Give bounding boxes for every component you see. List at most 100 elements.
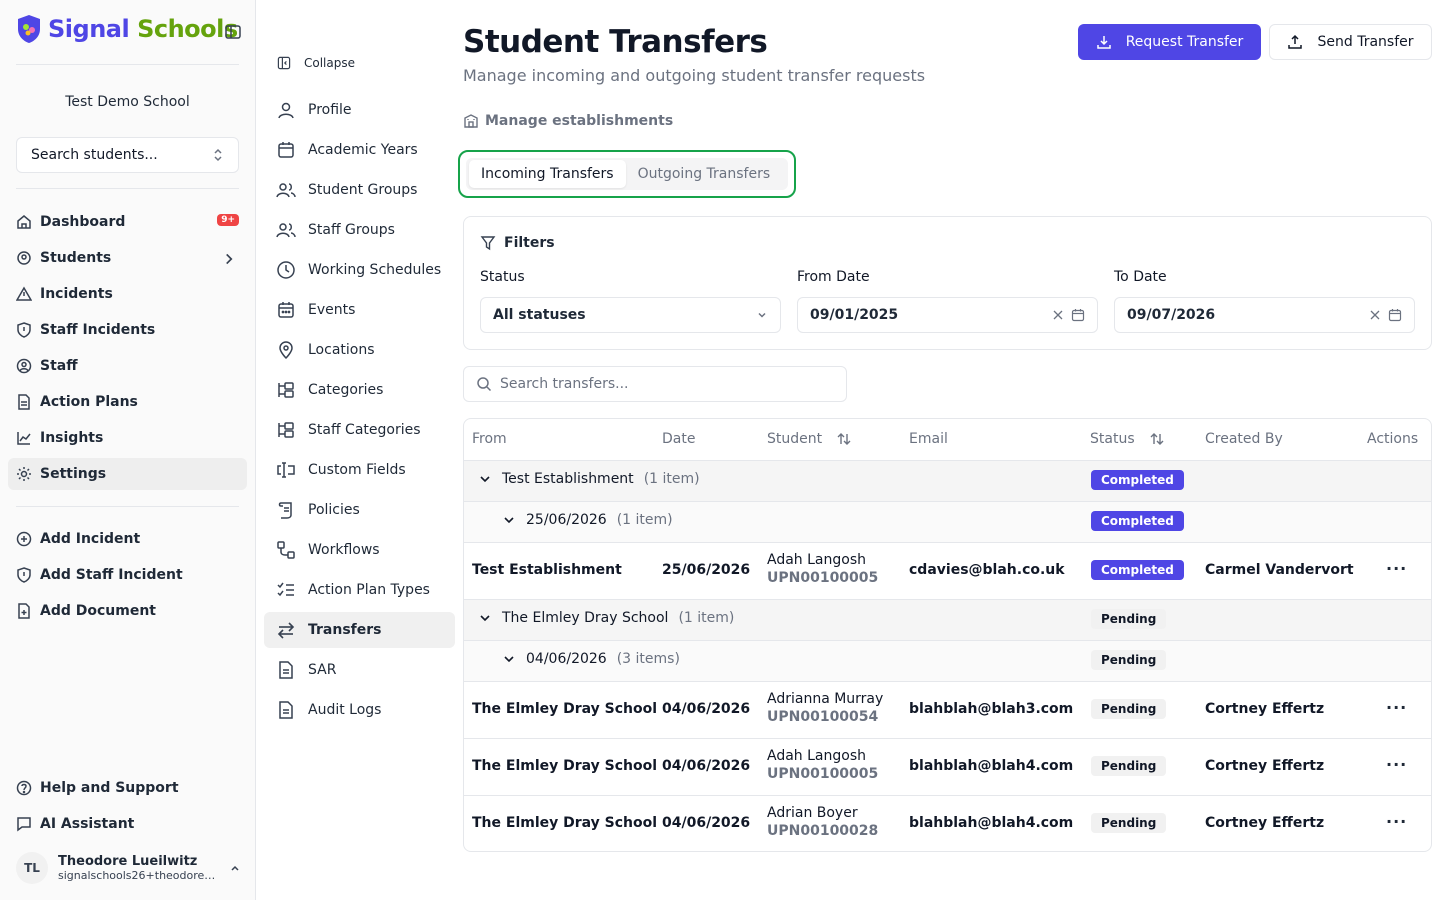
status-select-value: All statuses (493, 307, 586, 323)
nav-insights[interactable]: Insights (8, 422, 247, 454)
nav-staff[interactable]: Staff (8, 350, 247, 382)
subnav-student-groups[interactable]: Student Groups (264, 172, 455, 208)
help-support-link[interactable]: Help and Support (8, 772, 247, 804)
brand-logo[interactable]: Signal Schools (16, 14, 238, 44)
subnav-custom-fields[interactable]: Custom Fields (264, 452, 455, 488)
collapse-button[interactable]: Collapse (264, 45, 455, 81)
subnav-transfers[interactable]: Transfers (264, 612, 455, 648)
table-row[interactable]: The Elmley Dray School 04/06/2026 Adrian… (464, 682, 1431, 739)
cell-student[interactable]: Adrian Boyer UPN00100028 (767, 805, 878, 839)
row-actions-menu-icon[interactable]: ··· (1386, 698, 1407, 717)
subnav-label: Student Groups (308, 182, 418, 198)
avatar: TL (16, 852, 48, 884)
nav-incidents[interactable]: Incidents (8, 278, 247, 310)
row-actions-menu-icon[interactable]: ··· (1386, 559, 1407, 578)
nav-settings[interactable]: Settings (8, 458, 247, 490)
add-document-link[interactable]: Add Document (8, 595, 247, 627)
subnav-locations[interactable]: Locations (264, 332, 455, 368)
chevron-down-icon[interactable] (502, 513, 516, 527)
subnav-label: Categories (308, 382, 384, 398)
subnav-events[interactable]: Events (264, 292, 455, 328)
add-staff-incident-link[interactable]: Add Staff Incident (8, 559, 247, 591)
from-date-label: From Date (797, 269, 870, 285)
tab-outgoing-transfers[interactable]: Outgoing Transfers (626, 160, 783, 188)
status-select[interactable]: All statuses (480, 297, 781, 333)
sidebar-toggle-icon[interactable] (224, 23, 242, 41)
brand-schools: Schools (137, 15, 238, 43)
clear-icon[interactable] (1051, 308, 1065, 322)
group-row[interactable]: The Elmley Dray School (1 item) Pending (464, 600, 1431, 641)
send-transfer-button[interactable]: Send Transfer (1269, 24, 1432, 60)
table-row[interactable]: The Elmley Dray School 04/06/2026 Adrian… (464, 796, 1431, 851)
subnav-audit-logs[interactable]: Audit Logs (264, 692, 455, 728)
row-actions-menu-icon[interactable]: ··· (1386, 755, 1407, 774)
col-email: Email (909, 431, 948, 447)
filters-title-label: Filters (504, 235, 555, 251)
subnav-label: Profile (308, 102, 352, 118)
chevron-down-icon[interactable] (502, 652, 516, 666)
manage-establishments-link[interactable]: Manage establishments (463, 113, 673, 129)
from-date-input[interactable]: 09/01/2025 (797, 297, 1098, 333)
row-actions-menu-icon[interactable]: ··· (1386, 812, 1407, 831)
calendar-icon[interactable] (1071, 308, 1085, 322)
col-created-by: Created By (1205, 431, 1283, 447)
subnav-sar[interactable]: SAR (264, 652, 455, 688)
chevron-down-icon[interactable] (478, 611, 492, 625)
subnav-label: Working Schedules (308, 262, 442, 278)
student-search-combobox[interactable]: Search students... (16, 137, 239, 173)
nav-label: Help and Support (40, 780, 179, 796)
nav-students[interactable]: Students (8, 242, 247, 274)
subnav-staff-categories[interactable]: Staff Categories (264, 412, 455, 448)
table-row[interactable]: Test Establishment 25/06/2026 Adah Lango… (464, 543, 1431, 600)
subnav-workflows[interactable]: Workflows (264, 532, 455, 568)
subnav-label: Audit Logs (308, 702, 382, 718)
table-row[interactable]: The Elmley Dray School 04/06/2026 Adah L… (464, 739, 1431, 796)
add-incident-link[interactable]: Add Incident (8, 523, 247, 555)
group-row[interactable]: Test Establishment (1 item) Completed (464, 461, 1431, 502)
ai-assistant-link[interactable]: AI Assistant (8, 808, 247, 840)
subnav-label: Action Plan Types (308, 582, 430, 598)
user-icon (278, 102, 294, 119)
request-transfer-button[interactable]: Request Transfer (1078, 24, 1261, 60)
group-row[interactable]: 04/06/2026 (3 items) Pending (464, 641, 1431, 682)
nav-label: AI Assistant (40, 816, 135, 832)
arrows-left-right-icon (277, 622, 295, 639)
transfers-search-input[interactable]: Search transfers... (463, 366, 847, 402)
nav-label: Staff (40, 358, 78, 374)
nav-staff-incidents[interactable]: Staff Incidents (8, 314, 247, 346)
subnav-working-schedules[interactable]: Working Schedules (264, 252, 455, 288)
subnav-policies[interactable]: Policies (264, 492, 455, 528)
file-text-icon (279, 701, 293, 719)
cell-from: The Elmley Dray School (472, 758, 658, 774)
subnav-staff-groups[interactable]: Staff Groups (264, 212, 455, 248)
nav-action-plans[interactable]: Action Plans (8, 386, 247, 418)
cell-student[interactable]: Adah Langosh UPN00100005 (767, 552, 878, 586)
subnav-academic-years[interactable]: Academic Years (264, 132, 455, 168)
student-name: Adah Langosh (767, 748, 866, 764)
document-plus-icon (18, 603, 30, 619)
clear-icon[interactable] (1368, 308, 1382, 322)
warning-icon (16, 286, 32, 301)
col-status[interactable]: Status (1090, 431, 1165, 447)
from-date-value: 09/01/2025 (810, 307, 899, 323)
to-date-input[interactable]: 09/07/2026 (1114, 297, 1415, 333)
user-menu[interactable]: TL Theodore Lueilwitz signalschools26+th… (16, 848, 241, 888)
tab-incoming-transfers[interactable]: Incoming Transfers (469, 160, 626, 188)
calendar-icon[interactable] (1388, 308, 1402, 322)
transfers-search-placeholder: Search transfers... (500, 376, 629, 392)
cell-student[interactable]: Adrianna Murray UPN00100054 (767, 691, 883, 725)
col-student[interactable]: Student (767, 431, 852, 447)
group-row[interactable]: 25/06/2026 (1 item) Completed (464, 502, 1431, 543)
send-transfer-label: Send Transfer (1317, 34, 1414, 50)
chevron-down-icon[interactable] (478, 472, 492, 486)
cell-created-by: Cortney Effertz (1205, 815, 1325, 831)
nav-dashboard[interactable]: Dashboard 9+ (8, 206, 247, 238)
cell-student[interactable]: Adah Langosh UPN00100005 (767, 748, 878, 782)
user-circle-icon (16, 358, 32, 374)
col-date: Date (662, 431, 696, 447)
subnav-categories[interactable]: Categories (264, 372, 455, 408)
status-badge: Completed (1091, 560, 1184, 580)
status-badge: Completed (1091, 470, 1184, 490)
subnav-profile[interactable]: Profile (264, 92, 455, 128)
subnav-action-plan-types[interactable]: Action Plan Types (264, 572, 455, 608)
